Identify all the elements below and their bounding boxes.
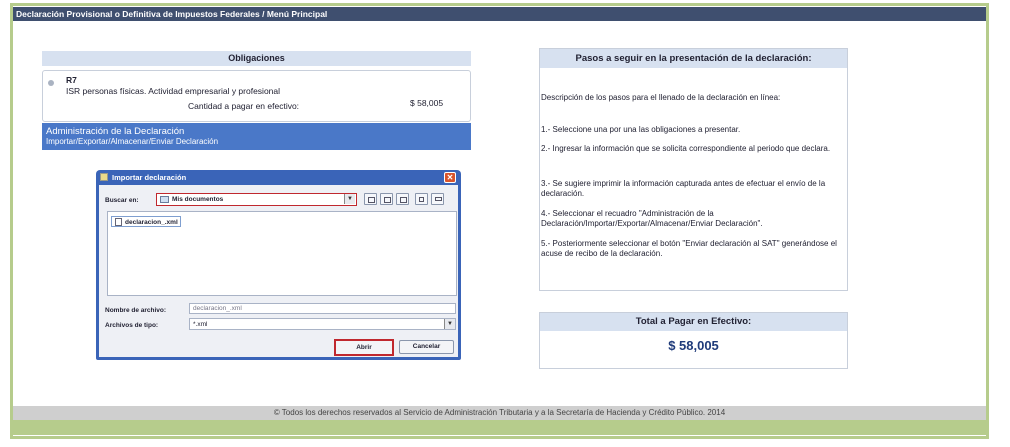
steps-intro: Descripción de los pasos para el llenado… [541, 93, 781, 102]
admin-subtitle: Importar/Exportar/Almacenar/Enviar Decla… [46, 137, 219, 146]
details-view-icon[interactable] [431, 193, 444, 205]
close-icon[interactable]: ✕ [444, 172, 456, 183]
page-title: Declaración Provisional o Definitiva de … [13, 7, 986, 21]
step-item: 2.- Ingresar la información que se solic… [541, 144, 831, 153]
list-view-icon[interactable] [415, 193, 428, 205]
file-type-value: *.xml [193, 321, 208, 328]
new-folder-icon[interactable] [396, 193, 409, 205]
file-icon [115, 218, 122, 226]
file-name-field[interactable]: declaracion_.xml [189, 303, 456, 314]
total-label: Total a Pagar en Efectivo: [540, 313, 847, 331]
step-item: 4.- Seleccionar el recuadro "Administrac… [541, 209, 763, 228]
list-item[interactable]: declaracion_.xml [111, 216, 181, 227]
obligation-item[interactable] [42, 70, 471, 122]
obligation-code: R7 [66, 75, 77, 85]
steps-panel: Pasos a seguir en la presentación de la … [539, 48, 848, 291]
dialog-body: Buscar en: Mis documentos ▼ declaracion_… [99, 185, 458, 357]
obligaciones-header: Obligaciones [42, 51, 471, 66]
java-cup-icon [100, 173, 108, 181]
file-type-label: Archivos de tipo: [105, 322, 159, 329]
obligation-description: ISR personas físicas. Actividad empresar… [66, 86, 281, 96]
admin-declaration-button[interactable]: Administración de la Declaración Importa… [42, 123, 471, 150]
cancel-button[interactable]: Cancelar [399, 340, 454, 354]
look-in-value: Mis documentos [172, 196, 224, 203]
radio-bullet-icon[interactable] [48, 80, 54, 86]
chevron-down-icon[interactable]: ▼ [444, 319, 455, 329]
import-dialog: Importar declaración ✕ Buscar en: Mis do… [96, 170, 461, 360]
total-panel: Total a Pagar en Efectivo: $ 58,005 [539, 312, 848, 369]
folder-icon [160, 196, 169, 203]
step-item: 3.- Se sugiere imprimir la información c… [541, 179, 826, 198]
total-amount: $ 58,005 [668, 338, 719, 353]
admin-title: Administración de la Declaración [46, 126, 185, 137]
open-button[interactable]: Abrir [334, 339, 394, 356]
step-item: 1.- Seleccione una por una las obligacio… [541, 125, 741, 134]
obligation-amount-label: Cantidad a pagar en efectivo: [188, 101, 300, 111]
file-list[interactable]: declaracion_.xml [107, 211, 457, 296]
look-in-select[interactable]: Mis documentos ▼ [156, 193, 357, 206]
steps-header: Pasos a seguir en la presentación de la … [540, 49, 847, 68]
buscar-label: Buscar en: [105, 197, 139, 204]
chevron-down-icon[interactable]: ▼ [344, 194, 355, 204]
up-folder-icon[interactable] [364, 193, 377, 205]
file-name-label: Nombre de archivo: [105, 307, 167, 314]
file-type-select[interactable]: *.xml ▼ [189, 318, 456, 330]
step-item: 5.- Posteriormente seleccionar el botón … [541, 239, 837, 258]
footer: © Todos los derechos reservados al Servi… [13, 406, 986, 420]
obligation-amount: $ 58,005 [410, 98, 444, 108]
home-icon[interactable] [380, 193, 393, 205]
file-name: declaracion_.xml [125, 219, 178, 226]
dialog-title: Importar declaración [112, 173, 187, 182]
bottom-bar [13, 420, 986, 435]
